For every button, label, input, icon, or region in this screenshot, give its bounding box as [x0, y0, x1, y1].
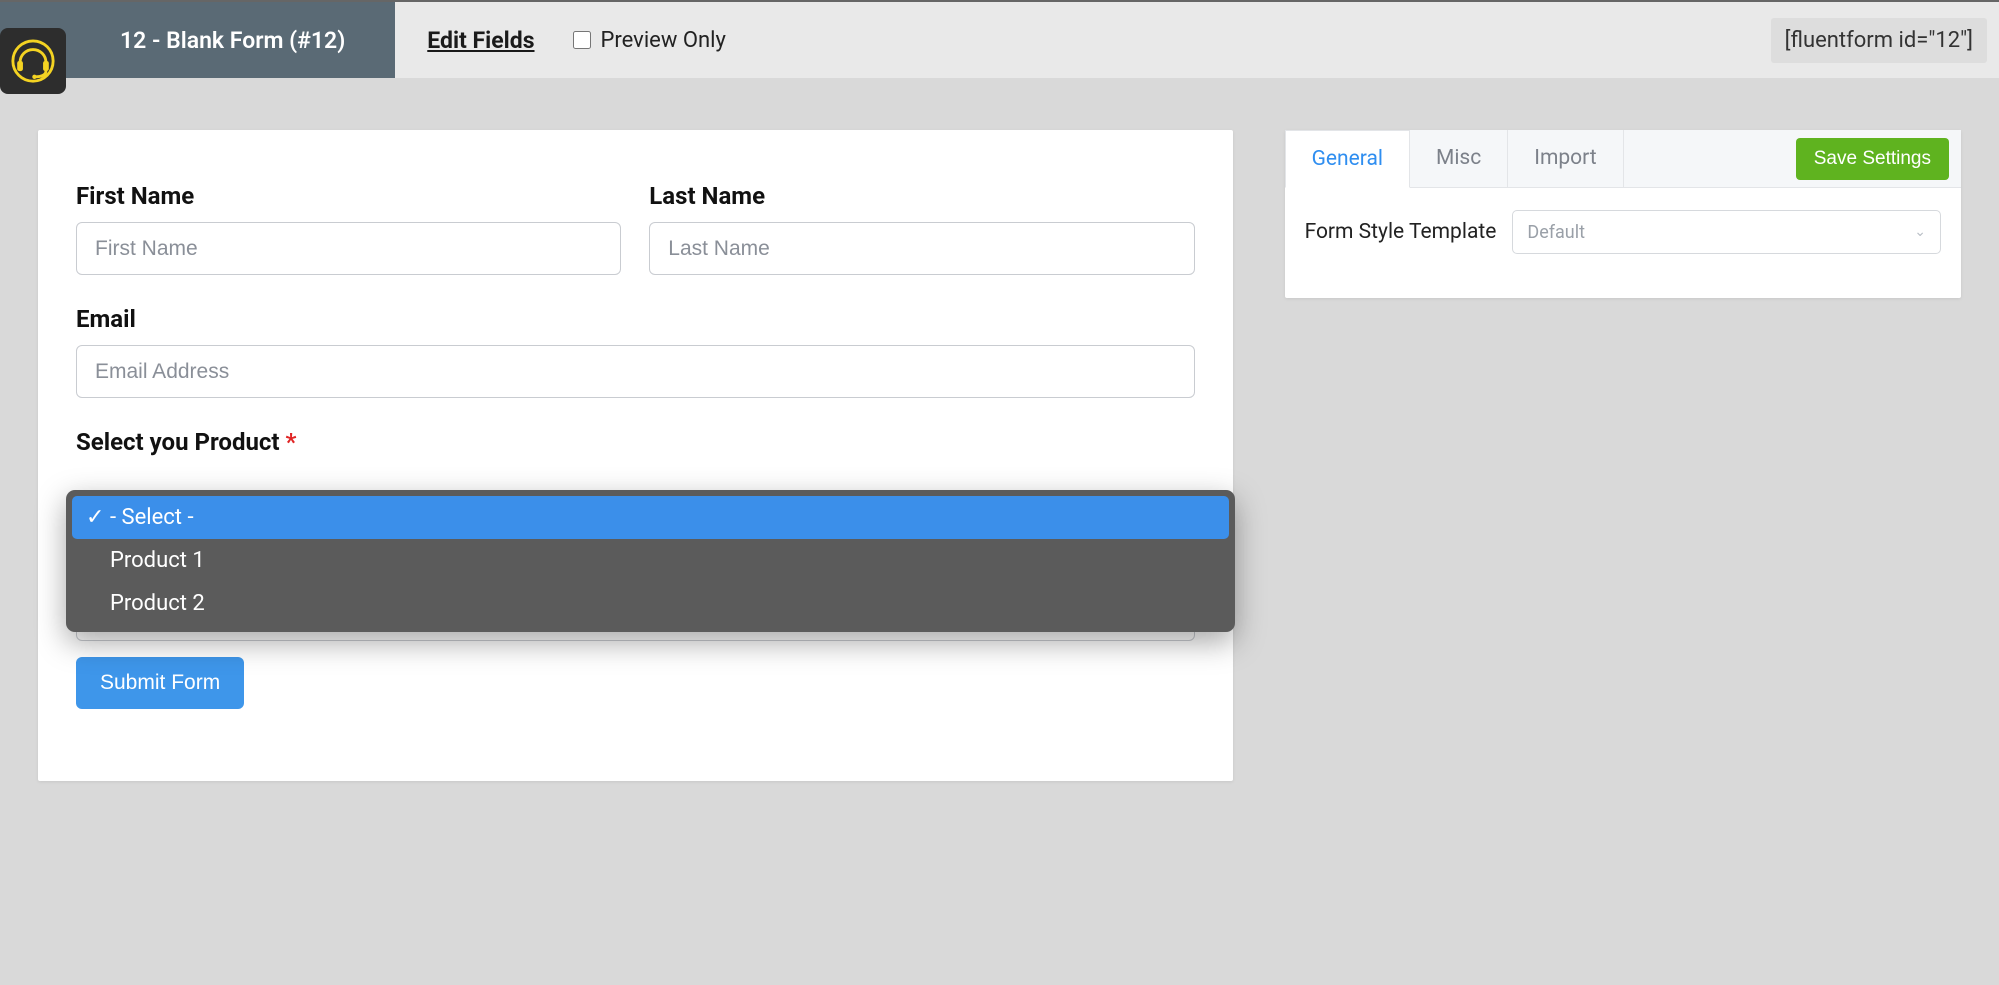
product-label: Select you Product*: [76, 428, 1195, 456]
first-name-label: First Name: [76, 182, 621, 210]
required-asterisk: *: [286, 428, 297, 456]
tab-import[interactable]: Import: [1508, 130, 1623, 187]
tab-general[interactable]: General: [1285, 130, 1410, 188]
email-input[interactable]: [76, 345, 1195, 398]
product-option-2[interactable]: ✓ Product 2: [72, 582, 1229, 625]
preview-only-toggle[interactable]: Preview Only: [573, 28, 726, 53]
form-preview-panel: First Name Last Name Email Select you Pr…: [38, 130, 1233, 781]
headset-icon: [10, 38, 56, 84]
product-option-label: - Select -: [110, 500, 194, 535]
settings-panel: General Misc Import Save Settings Form S…: [1285, 130, 1961, 298]
tab-misc[interactable]: Misc: [1410, 130, 1508, 187]
form-style-label: Form Style Template: [1305, 220, 1497, 244]
product-option-select[interactable]: ✓ - Select -: [72, 496, 1229, 539]
last-name-label: Last Name: [649, 182, 1194, 210]
support-headset-button[interactable]: [0, 28, 66, 94]
product-dropdown-menu[interactable]: ✓ - Select - ✓ Product 1 ✓ Product 2: [66, 490, 1235, 632]
edit-fields-link[interactable]: Edit Fields: [427, 27, 534, 54]
save-settings-button[interactable]: Save Settings: [1796, 138, 1949, 180]
first-name-input[interactable]: [76, 222, 621, 275]
main-area: First Name Last Name Email Select you Pr…: [0, 78, 1999, 833]
product-option-label: Product 2: [110, 586, 205, 621]
product-field: Select you Product*: [76, 428, 1195, 456]
first-name-field: First Name: [76, 182, 621, 275]
chevron-down-icon: ⌄: [1914, 224, 1926, 240]
checkmark-icon: ✓: [86, 500, 104, 535]
settings-tabs: General Misc Import: [1285, 130, 1624, 187]
shortcode-display[interactable]: [fluentform id="12"]: [1771, 18, 1987, 63]
product-option-label: Product 1: [110, 543, 205, 578]
preview-only-label: Preview Only: [601, 28, 726, 53]
last-name-field: Last Name: [649, 182, 1194, 275]
preview-only-checkbox[interactable]: [573, 31, 591, 49]
product-option-1[interactable]: ✓ Product 1: [72, 539, 1229, 582]
settings-header: General Misc Import Save Settings: [1285, 130, 1961, 188]
form-style-value: Default: [1527, 222, 1585, 243]
settings-body: Form Style Template Default ⌄: [1285, 188, 1961, 276]
email-label: Email: [76, 305, 1195, 333]
product-label-text: Select you Product: [76, 428, 280, 456]
submit-button[interactable]: Submit Form: [76, 657, 244, 709]
email-field: Email: [76, 305, 1195, 398]
last-name-input[interactable]: [649, 222, 1194, 275]
form-style-select[interactable]: Default ⌄: [1512, 210, 1941, 254]
header-bar: 12 - Blank Form (#12) Edit Fields Previe…: [0, 2, 1999, 78]
